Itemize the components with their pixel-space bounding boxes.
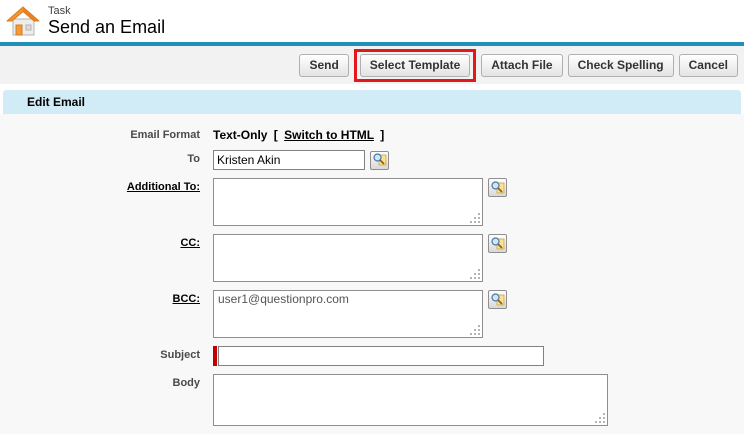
record-type-label: Task bbox=[48, 5, 165, 17]
highlight-annotation-box: Select Template bbox=[354, 49, 476, 82]
edit-email-form: Email Format Text-Only [ Switch to HTML … bbox=[0, 114, 744, 434]
task-house-icon bbox=[6, 5, 40, 38]
bracket-close: ] bbox=[380, 128, 384, 142]
additional-to-label-link[interactable]: Additional To: bbox=[127, 181, 200, 193]
bcc-lookup-button[interactable] bbox=[488, 290, 507, 309]
magnifier-icon bbox=[491, 293, 505, 307]
body-row: Body bbox=[0, 374, 744, 426]
cc-lookup-button[interactable] bbox=[488, 234, 507, 253]
magnifier-icon bbox=[373, 153, 387, 167]
email-format-current: Text-Only bbox=[213, 128, 267, 142]
cc-label-link[interactable]: CC: bbox=[180, 237, 200, 249]
subject-label: Subject bbox=[0, 346, 200, 362]
send-button[interactable]: Send bbox=[299, 54, 348, 77]
switch-to-html-link[interactable]: Switch to HTML bbox=[284, 128, 374, 142]
email-format-row: Email Format Text-Only [ Switch to HTML … bbox=[0, 126, 744, 142]
cc-row: CC: bbox=[0, 234, 744, 282]
to-label: To bbox=[0, 150, 200, 166]
page-header: Task Send an Email bbox=[0, 0, 744, 42]
cc-textarea[interactable] bbox=[213, 234, 483, 282]
body-textarea[interactable] bbox=[213, 374, 608, 426]
email-format-label: Email Format bbox=[0, 126, 200, 142]
subject-row: Subject bbox=[0, 346, 744, 366]
body-label: Body bbox=[0, 374, 200, 390]
additional-to-lookup-button[interactable] bbox=[488, 178, 507, 197]
to-lookup-button[interactable] bbox=[370, 151, 389, 170]
cancel-button[interactable]: Cancel bbox=[679, 54, 738, 77]
magnifier-icon bbox=[491, 237, 505, 251]
bcc-textarea[interactable]: user1@questionpro.com bbox=[213, 290, 483, 338]
bcc-label-link[interactable]: BCC: bbox=[173, 293, 201, 305]
to-input[interactable] bbox=[213, 150, 365, 170]
magnifier-icon bbox=[491, 181, 505, 195]
page-title: Send an Email bbox=[48, 17, 165, 37]
action-toolbar: Send Select Template Attach File Check S… bbox=[0, 46, 744, 84]
email-format-value: Text-Only [ Switch to HTML ] bbox=[213, 126, 387, 142]
subject-input[interactable] bbox=[218, 346, 544, 366]
bcc-row: BCC: user1@questionpro.com bbox=[0, 290, 744, 338]
attach-file-button[interactable]: Attach File bbox=[481, 54, 562, 77]
bracket-open: [ bbox=[274, 128, 278, 142]
additional-to-row: Additional To: bbox=[0, 178, 744, 226]
to-row: To bbox=[0, 150, 744, 170]
resize-grip-icon[interactable] bbox=[470, 213, 480, 223]
section-title: Edit Email bbox=[3, 90, 741, 114]
resize-grip-icon[interactable] bbox=[470, 269, 480, 279]
resize-grip-icon[interactable] bbox=[470, 325, 480, 335]
required-field-bar bbox=[213, 346, 217, 366]
additional-to-textarea[interactable] bbox=[213, 178, 483, 226]
resize-grip-icon[interactable] bbox=[595, 413, 605, 423]
select-template-button[interactable]: Select Template bbox=[360, 54, 470, 77]
check-spelling-button[interactable]: Check Spelling bbox=[568, 54, 674, 77]
